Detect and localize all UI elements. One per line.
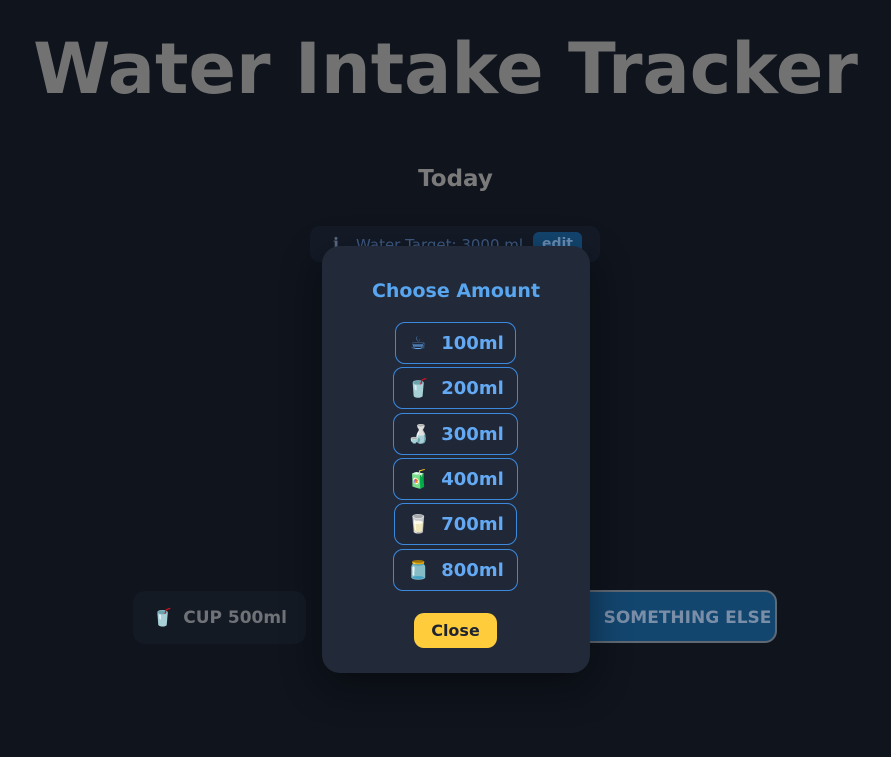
amount-label: 700ml xyxy=(441,513,504,535)
cup-icon: 🥤 xyxy=(407,377,430,399)
something-else-button[interactable]: SOMETHING ELSE xyxy=(574,590,777,643)
bottle-icon: 🍶 xyxy=(407,423,430,445)
cup-500ml-label: CUP 500ml xyxy=(183,607,287,628)
juice-box-icon: 🧃 xyxy=(407,468,430,490)
amount-100ml-button[interactable]: ☕ 100ml xyxy=(395,322,516,364)
coffee-icon: ☕ xyxy=(410,332,427,354)
modal-title: Choose Amount xyxy=(371,280,541,302)
cup-500ml-button[interactable]: 🥤 CUP 500ml xyxy=(133,591,306,644)
amount-700ml-button[interactable]: 🥛 700ml xyxy=(394,503,517,545)
amount-800ml-button[interactable]: 🫙 800ml xyxy=(393,549,518,591)
amount-400ml-button[interactable]: 🧃 400ml xyxy=(393,458,518,500)
jar-icon: 🫙 xyxy=(407,559,430,581)
glass-icon: 🥛 xyxy=(407,513,430,535)
page-title: Water Intake Tracker xyxy=(33,28,858,110)
water-tracker-page: Water Intake Tracker Today ℹ Water Targe… xyxy=(0,0,891,757)
amount-label: 400ml xyxy=(441,468,504,490)
amount-300ml-button[interactable]: 🍶 300ml xyxy=(393,413,518,455)
amount-200ml-button[interactable]: 🥤 200ml xyxy=(393,367,518,409)
close-button[interactable]: Close xyxy=(414,613,497,648)
page-subtitle: Today xyxy=(418,166,493,192)
amount-label: 300ml xyxy=(441,423,504,445)
cup-icon: 🥤 xyxy=(152,607,174,628)
amount-label: 100ml xyxy=(441,332,504,354)
amount-label: 800ml xyxy=(441,559,504,581)
choose-amount-modal: Choose Amount ☕ 100ml 🥤 200ml 🍶 300ml 🧃 … xyxy=(322,246,590,673)
amount-label: 200ml xyxy=(441,377,504,399)
